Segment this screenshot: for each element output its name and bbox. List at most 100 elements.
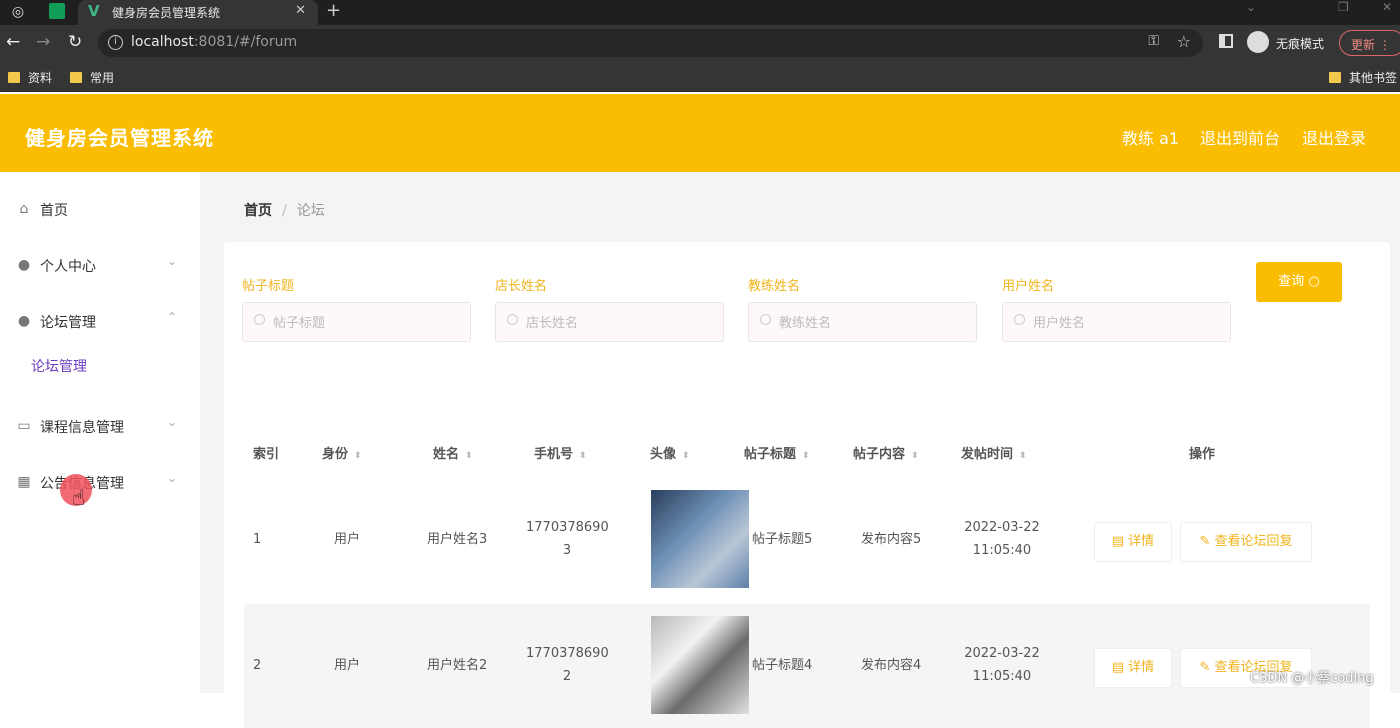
breadcrumb: 首页 / 论坛	[244, 200, 325, 220]
update-button[interactable]: 更新 ⋮	[1339, 30, 1400, 56]
csdn-watermark: CSDN @小蔡coding	[1250, 671, 1374, 686]
sort-icon[interactable]: ⬍	[682, 451, 690, 461]
coach-name-input[interactable]	[779, 312, 969, 334]
sidebar-item-label: 论坛管理	[40, 315, 96, 331]
sidebar-subitem-forum-management[interactable]: 论坛管理	[31, 356, 87, 376]
column-header-phone[interactable]: 手机号 ⬍	[534, 443, 587, 462]
side-panel-icon[interactable]	[1219, 34, 1233, 48]
globe-icon[interactable]: ◎	[10, 4, 26, 20]
cell-index: 2	[253, 658, 262, 673]
vue-icon: V	[88, 2, 100, 20]
logout-link[interactable]: 退出登录	[1302, 125, 1366, 149]
sidebar-item-forum-management[interactable]: ● 论坛管理 ⌃	[0, 292, 200, 348]
incognito-icon[interactable]	[1247, 31, 1269, 53]
folder-icon	[1329, 72, 1341, 83]
key-icon[interactable]: ⚿	[1148, 33, 1159, 49]
breadcrumb-home[interactable]: 首页	[244, 203, 272, 219]
column-header-name[interactable]: 姓名 ⬍	[433, 443, 473, 462]
user-icon: ●	[17, 257, 31, 273]
sidebar-item-label: 课程信息管理	[40, 420, 124, 436]
detail-button[interactable]: ▤ 详情	[1094, 522, 1172, 562]
sort-icon[interactable]: ⬍	[465, 451, 473, 461]
cell-post-title: 帖子标题4	[752, 658, 813, 673]
query-button[interactable]: 查询 ○	[1256, 262, 1342, 302]
sidebar-item-label: 首页	[40, 203, 68, 219]
cell-name: 用户姓名2	[427, 658, 488, 673]
sort-icon[interactable]: ⬍	[354, 451, 362, 461]
post-title-input-wrap[interactable]	[242, 302, 471, 342]
card-icon: ▭	[17, 418, 31, 434]
sort-icon[interactable]: ⬍	[1019, 451, 1027, 461]
post-title-label: 帖子标题	[242, 279, 295, 294]
column-header-post-content[interactable]: 帖子内容 ⬍	[853, 443, 919, 462]
main-content: 首页 / 论坛 帖子标题 店长姓名 教练姓名 用户姓名 查询 ○ 索引 身份⬍ 姓名…	[200, 172, 1400, 728]
restore-window-icon[interactable]: ❐	[1338, 0, 1349, 14]
sidebar-item-label: 个人中心	[40, 259, 96, 275]
manager-name-input-wrap[interactable]	[495, 302, 724, 342]
app-title: 健身房会员管理系统	[25, 126, 214, 150]
close-tab-icon[interactable]: ✕	[295, 3, 306, 18]
bookmark-folder-other[interactable]: 其他书签	[1329, 69, 1397, 86]
folder-icon	[70, 72, 82, 83]
home-icon: ⌂	[19, 201, 29, 217]
coach-name-input-wrap[interactable]	[748, 302, 977, 342]
coach-name-label: 教练姓名	[748, 279, 801, 294]
hand-cursor-icon: ☝	[72, 486, 86, 511]
incognito-label: 无痕模式	[1276, 37, 1325, 51]
cell-name: 用户姓名3	[427, 532, 488, 547]
chevron-down-icon: ⌄	[167, 471, 178, 485]
cell-phone: 1770378690 3	[526, 520, 609, 558]
new-tab-button[interactable]: +	[326, 0, 341, 21]
content-panel: 帖子标题 店长姓名 教练姓名 用户姓名 查询 ○ 索引 身份⬍ 姓名⬍ 手机号⬍…	[224, 242, 1390, 728]
user-name-label: 用户姓名	[1002, 279, 1055, 294]
sidebar-item-notice-management[interactable]: ▦ 公告信息管理 ⌄	[0, 453, 200, 509]
folder-icon	[8, 72, 20, 83]
chevron-down-icon: ⌄	[167, 415, 178, 429]
back-to-front-link[interactable]: 退出到前台	[1200, 125, 1280, 149]
search-icon	[507, 314, 518, 325]
detail-button[interactable]: ▤ 详情	[1094, 648, 1172, 688]
current-user: 教练 a1	[1122, 129, 1180, 148]
user-icon: ●	[17, 313, 31, 329]
search-icon: ○	[1308, 274, 1320, 289]
sidebar-item-home[interactable]: ⌂ 首页	[0, 180, 200, 236]
cell-post-time: 2022-03-22 11:05:40	[964, 520, 1040, 558]
search-icon	[1014, 314, 1025, 325]
manager-name-input[interactable]	[526, 312, 716, 334]
user-name-input-wrap[interactable]	[1002, 302, 1231, 342]
cell-identity: 用户	[334, 532, 361, 547]
sidebar-item-course-management[interactable]: ▭ 课程信息管理 ⌄	[0, 397, 200, 453]
sort-icon[interactable]: ⬍	[911, 451, 919, 461]
browser-tab-active[interactable]: V 健身房会员管理系统 ✕	[78, 0, 318, 25]
search-icon	[254, 314, 265, 325]
column-header-post-title[interactable]: 帖子标题 ⬍	[744, 443, 810, 462]
address-bar[interactable]: i localhost:8081/#/forum ⚿ ☆	[98, 29, 1203, 57]
column-header-avatar[interactable]: 头像 ⬍	[650, 443, 690, 462]
forward-icon[interactable]: →	[36, 32, 50, 52]
bookmarks-bar: 资料 常用 其他书签	[0, 61, 1400, 92]
bookmark-star-icon[interactable]: ☆	[1177, 32, 1191, 51]
url-text[interactable]: localhost:8081/#/forum	[131, 34, 297, 50]
site-info-icon[interactable]: i	[108, 35, 123, 50]
bookmark-folder-changyong[interactable]: 常用	[70, 69, 114, 86]
sheets-tab-icon[interactable]	[49, 3, 65, 19]
cell-identity: 用户	[334, 658, 361, 673]
user-name-input[interactable]	[1033, 312, 1223, 334]
column-header-actions: 操作	[1189, 447, 1216, 462]
column-header-identity[interactable]: 身份 ⬍	[322, 443, 362, 462]
document-icon: ▤	[1111, 660, 1125, 675]
chevron-down-icon[interactable]: ⌄	[1246, 0, 1256, 14]
cell-post-content: 发布内容5	[861, 532, 922, 547]
sort-icon[interactable]: ⬍	[579, 451, 587, 461]
sort-icon[interactable]: ⬍	[802, 451, 810, 461]
post-title-input[interactable]	[273, 312, 463, 334]
close-window-icon[interactable]: ✕	[1382, 0, 1392, 14]
avatar-image	[651, 616, 749, 714]
sidebar-item-personal-center[interactable]: ● 个人中心 ⌄	[0, 236, 200, 292]
sidebar: ⌂ 首页 ● 个人中心 ⌄ ● 论坛管理 ⌃ 论坛管理 ▭ 课程信息管理 ⌄ ▦…	[0, 172, 200, 693]
column-header-post-time[interactable]: 发帖时间 ⬍	[961, 443, 1027, 462]
view-replies-button[interactable]: ✎ 查看论坛回复	[1180, 522, 1312, 562]
reload-icon[interactable]: ↻	[68, 32, 82, 52]
back-icon[interactable]: ←	[6, 32, 20, 52]
bookmark-folder-ziliao[interactable]: 资料	[8, 69, 52, 86]
